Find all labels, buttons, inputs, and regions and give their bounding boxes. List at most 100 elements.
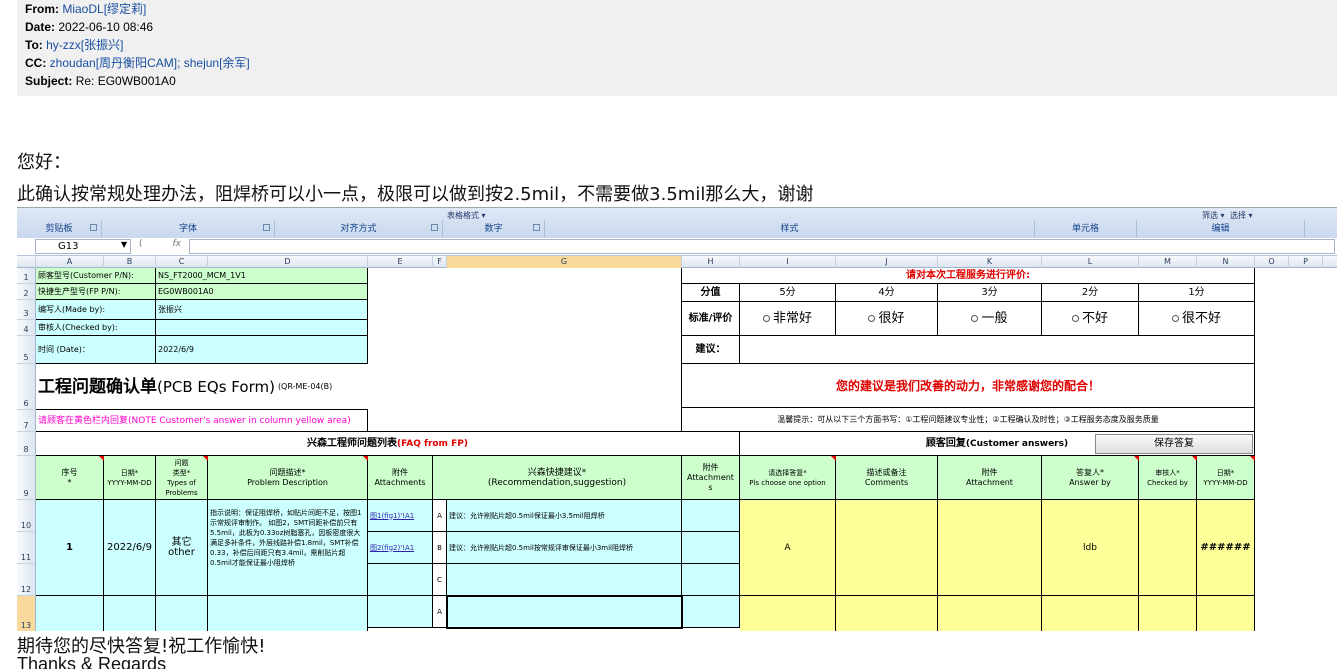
date-value-cell[interactable]: 2022/6/9 bbox=[156, 336, 368, 364]
formula-input[interactable] bbox=[189, 239, 1335, 254]
row2-attachment-3[interactable] bbox=[938, 596, 1042, 631]
row1-choice[interactable]: A bbox=[740, 500, 836, 596]
chevron-down-icon[interactable]: ▼ bbox=[121, 240, 127, 249]
row2-description[interactable] bbox=[208, 596, 368, 631]
attachment-link-fig1[interactable]: 图1(fig1)'!A1 bbox=[370, 511, 414, 521]
save-answer-button[interactable]: 保存答复 bbox=[1095, 434, 1253, 454]
row1-type[interactable]: 其它 other bbox=[156, 500, 208, 596]
row1-recommendation-c[interactable] bbox=[447, 564, 682, 596]
fp-pn-value[interactable]: EG0WB001A0 bbox=[156, 284, 368, 300]
row1-attach2-c[interactable] bbox=[682, 564, 740, 596]
row1-date-2[interactable]: ###### bbox=[1197, 500, 1255, 596]
row-header[interactable]: 1 bbox=[17, 268, 36, 284]
suggest-input[interactable] bbox=[740, 336, 1255, 364]
rating-option-bad[interactable]: 不好 bbox=[1042, 302, 1139, 336]
row2-answer-by[interactable] bbox=[1042, 596, 1139, 631]
row-header[interactable]: 5 bbox=[17, 336, 36, 364]
row1-attachment-b[interactable]: 图2(fig2)'!A1 bbox=[368, 532, 433, 564]
col-header[interactable]: P bbox=[1289, 256, 1323, 268]
comment-indicator-icon[interactable] bbox=[363, 456, 368, 461]
rating-option-very-good[interactable]: 非常好 bbox=[740, 302, 836, 336]
radio-icon[interactable] bbox=[1071, 315, 1079, 322]
launcher-icon[interactable] bbox=[533, 224, 540, 231]
row-header[interactable]: 8 bbox=[17, 432, 36, 456]
launcher-icon[interactable] bbox=[90, 224, 97, 231]
comment-indicator-icon[interactable] bbox=[1134, 456, 1139, 461]
fx-icon[interactable]: (fx bbox=[135, 239, 187, 254]
col-header[interactable]: K bbox=[938, 256, 1042, 268]
row1-recommendation-a[interactable]: 建议：允许削贴片超0.5mil保证最小3.5mil阻焊桥 bbox=[447, 500, 682, 532]
attachment-link-fig2[interactable]: 图2(fig2)'!A1 bbox=[370, 543, 414, 553]
select-all-corner[interactable] bbox=[17, 256, 36, 268]
row-header[interactable]: 7 bbox=[17, 410, 36, 432]
row-header[interactable]: 10 bbox=[17, 500, 36, 532]
row1-attachment-3[interactable] bbox=[938, 500, 1042, 596]
rating-option-good[interactable]: 很好 bbox=[836, 302, 938, 336]
col-header[interactable]: F bbox=[433, 256, 447, 268]
to-recipient-link[interactable]: hy-zzx[张振兴] bbox=[46, 38, 123, 52]
col-header[interactable]: N bbox=[1197, 256, 1255, 268]
comment-indicator-icon[interactable] bbox=[203, 456, 208, 461]
radio-icon[interactable] bbox=[971, 315, 979, 322]
customer-pn-value[interactable]: NS_FT2000_MCM_1V1 bbox=[156, 268, 368, 284]
row2-attachment-a[interactable] bbox=[368, 596, 433, 628]
row1-description[interactable]: 指示说明：保证阻焊桥，如贴片间距不足，按图1示常规评审制作。 如图2，SMT间距… bbox=[208, 500, 368, 596]
row2-checked-by[interactable] bbox=[1139, 596, 1197, 631]
radio-icon[interactable] bbox=[868, 315, 876, 322]
row1-seq[interactable]: 1 bbox=[36, 500, 104, 596]
row-header[interactable]: 12 bbox=[17, 564, 36, 596]
col-header[interactable]: M bbox=[1139, 256, 1197, 268]
row2-comments[interactable] bbox=[836, 596, 938, 631]
col-header[interactable]: J bbox=[836, 256, 938, 268]
name-box[interactable]: G13 bbox=[35, 239, 131, 254]
row1-attach2-b[interactable] bbox=[682, 532, 740, 564]
cc-recipient-link-2[interactable]: shejun[余军] bbox=[184, 56, 250, 70]
launcher-icon[interactable] bbox=[263, 224, 270, 231]
row1-attach2-a[interactable] bbox=[682, 500, 740, 532]
row1-checked-by[interactable] bbox=[1139, 500, 1197, 596]
row1-answer-by[interactable]: ldb bbox=[1042, 500, 1139, 596]
row2-attach2-a[interactable] bbox=[682, 596, 740, 628]
made-by-value[interactable]: 张振兴 bbox=[156, 300, 368, 320]
col-header[interactable]: O bbox=[1255, 256, 1289, 268]
row-header[interactable]: 3 bbox=[17, 300, 36, 320]
row2-date[interactable] bbox=[104, 596, 156, 631]
rating-option-very-bad[interactable]: 很不好 bbox=[1139, 302, 1255, 336]
row-header[interactable]: 11 bbox=[17, 532, 36, 564]
row-header[interactable]: 9 bbox=[17, 456, 36, 500]
comment-indicator-icon[interactable] bbox=[1250, 456, 1255, 461]
row2-type[interactable] bbox=[156, 596, 208, 631]
col-header[interactable]: I bbox=[740, 256, 836, 268]
row1-date[interactable]: 2022/6/9 bbox=[104, 500, 156, 596]
radio-icon[interactable] bbox=[1171, 315, 1179, 322]
row2-choice[interactable] bbox=[740, 596, 836, 631]
col-header[interactable]: C bbox=[156, 256, 208, 268]
comment-indicator-icon[interactable] bbox=[831, 456, 836, 461]
active-cell-g13[interactable] bbox=[446, 595, 683, 629]
cc-recipient-link-1[interactable]: zhoudan[周丹衡阳CAM] bbox=[50, 56, 177, 70]
col-header[interactable]: L bbox=[1042, 256, 1139, 268]
col-header[interactable]: A bbox=[36, 256, 104, 268]
radio-icon[interactable] bbox=[762, 315, 770, 322]
row2-seq[interactable] bbox=[36, 596, 104, 631]
row-header[interactable]: 2 bbox=[17, 284, 36, 300]
col-header[interactable]: B bbox=[104, 256, 156, 268]
row1-attachment-a[interactable]: 图1(fig1)'!A1 bbox=[368, 500, 433, 532]
from-sender-link[interactable]: MiaoDL[缪定莉] bbox=[62, 2, 146, 16]
row-header[interactable]: 4 bbox=[17, 320, 36, 336]
checked-by-value[interactable] bbox=[156, 320, 368, 336]
row-header[interactable]: 6 bbox=[17, 364, 36, 410]
row2-date-2[interactable] bbox=[1197, 596, 1255, 631]
ribbon-ctl-filter[interactable]: 筛选 ▾ bbox=[1202, 210, 1225, 220]
col-header-selected[interactable]: G bbox=[447, 256, 682, 268]
col-header[interactable]: D bbox=[208, 256, 368, 268]
row1-comments[interactable] bbox=[836, 500, 938, 596]
rating-option-average[interactable]: 一般 bbox=[938, 302, 1042, 336]
comment-indicator-icon[interactable] bbox=[99, 456, 104, 461]
ribbon-ctl-select[interactable]: 选择 ▾ bbox=[1230, 210, 1253, 220]
launcher-icon[interactable] bbox=[431, 224, 438, 231]
ribbon-ctl-table-format[interactable]: 表格格式 ▾ bbox=[447, 210, 486, 220]
row-header-selected[interactable]: 13 bbox=[17, 596, 36, 631]
row1-attachment-c[interactable] bbox=[368, 564, 433, 596]
row1-recommendation-b[interactable]: 建议：允许削贴片超0.5mil按常规评审保证最小3mil阻焊桥 bbox=[447, 532, 682, 564]
